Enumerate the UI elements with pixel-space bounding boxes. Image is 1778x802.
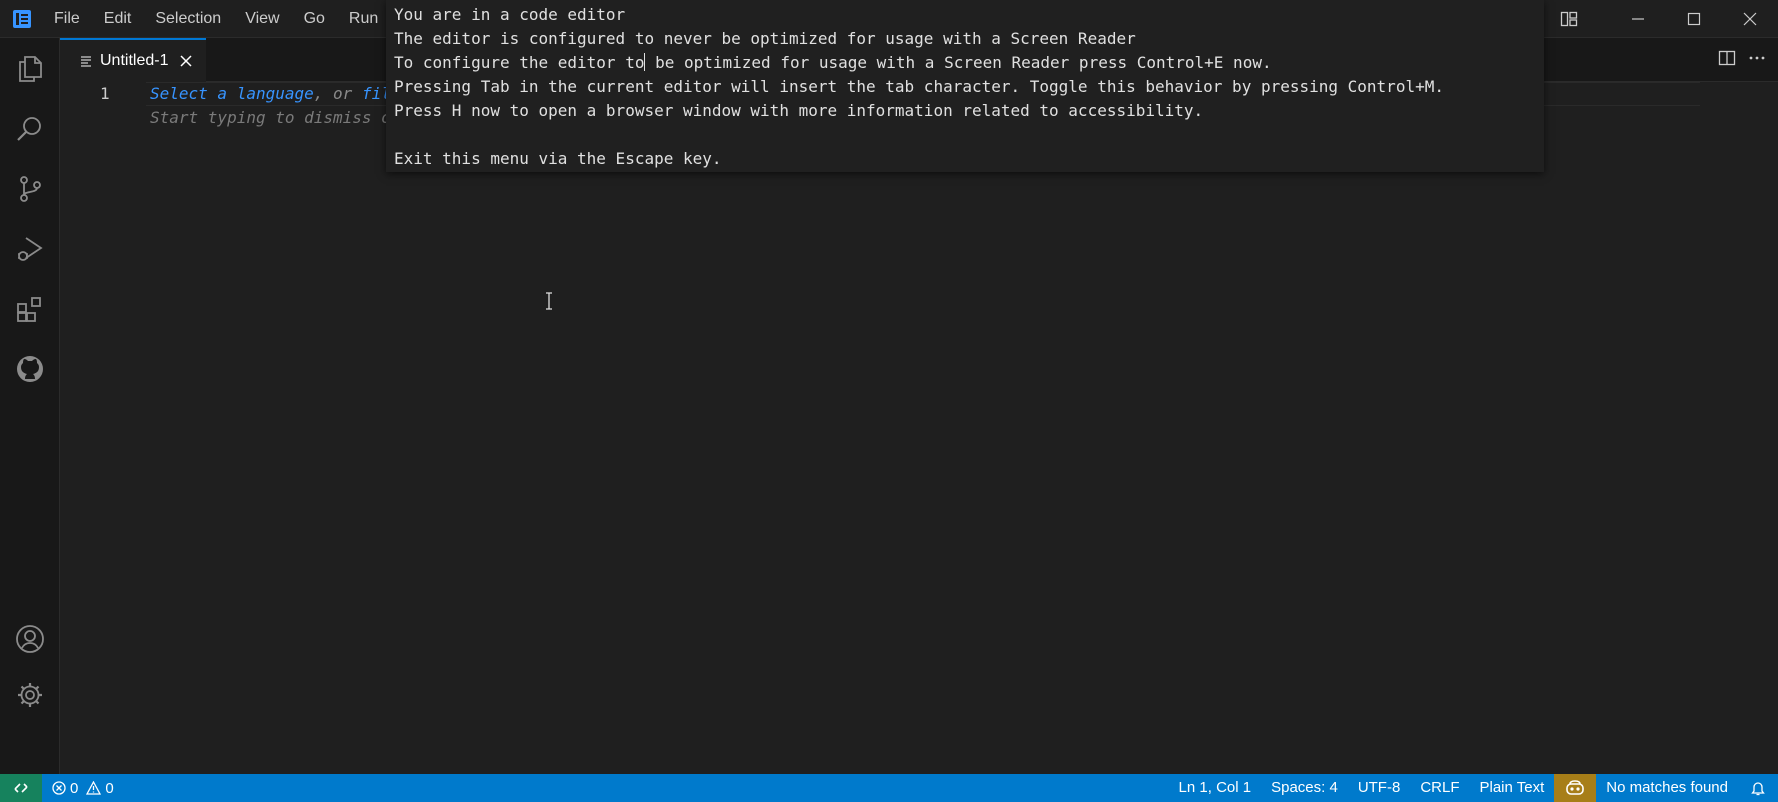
remote-indicator[interactable] <box>0 774 42 802</box>
split-editor-icon <box>1718 50 1736 65</box>
editor-area[interactable]: 1 Select a language, or fil Start typing… <box>60 82 1778 774</box>
dismiss-hint: Start typing to dismiss o <box>150 108 391 127</box>
more-actions-button[interactable] <box>1748 49 1766 72</box>
encoding[interactable]: UTF-8 <box>1348 774 1411 802</box>
github-icon <box>17 356 43 382</box>
layout-icon <box>1560 11 1578 27</box>
search-icon <box>17 117 41 141</box>
menu-selection[interactable]: Selection <box>143 0 233 38</box>
activity-manage[interactable] <box>0 668 60 722</box>
minimize-icon <box>1632 18 1644 20</box>
extensions-icon <box>17 297 41 322</box>
remote-icon <box>14 783 28 793</box>
copilot-icon <box>1566 780 1585 795</box>
select-language-link[interactable]: Select a language <box>150 84 314 103</box>
a11y-line-2: The editor is configured to never be opt… <box>394 29 1136 48</box>
close-icon <box>1743 12 1757 26</box>
end-of-line[interactable]: CRLF <box>1410 774 1469 802</box>
bell-icon <box>1751 782 1765 796</box>
empty-editor-hint: Select a language, or fil <box>150 84 391 103</box>
warning-count: 0 <box>105 779 114 797</box>
a11y-line-4: Pressing Tab in the current editor will … <box>394 77 1444 96</box>
activity-github[interactable] <box>0 342 60 396</box>
accessibility-help-widget[interactable]: You are in a code editor The editor is c… <box>386 0 1544 172</box>
line-number: 1 <box>100 84 110 103</box>
vscode-window: File Edit Selection View Go Run Te <box>0 0 1778 802</box>
error-icon <box>52 781 66 795</box>
problems-indicator[interactable]: 0 0 <box>52 774 114 802</box>
customize-layout-button[interactable] <box>1552 0 1586 38</box>
source-control-icon <box>20 176 41 202</box>
activity-run-debug[interactable] <box>0 222 60 276</box>
activity-search[interactable] <box>0 102 60 156</box>
close-icon <box>180 55 193 67</box>
error-count: 0 <box>70 779 79 797</box>
settings-gear-icon <box>18 683 42 707</box>
tab-untitled-1[interactable]: Untitled-1 <box>60 38 206 82</box>
activity-extensions[interactable] <box>0 282 60 336</box>
a11y-line-3-start: To configure the editor to <box>394 53 645 72</box>
vscode-icon <box>13 10 31 28</box>
text-cursor-icon <box>546 292 552 310</box>
menu-bar: File Edit Selection View Go Run Te <box>42 0 431 38</box>
window-controls <box>1518 0 1778 38</box>
warning-icon <box>86 781 102 795</box>
tab-label: Untitled-1 <box>100 52 169 69</box>
menu-go[interactable]: Go <box>292 0 337 38</box>
maximize-button[interactable] <box>1666 0 1722 38</box>
minimize-button[interactable] <box>1610 0 1666 38</box>
status-bar: 0 0 Ln 1, Col 1 Spaces: 4 UTF-8 CRLF Pla… <box>0 774 1778 802</box>
tab-close-button[interactable] <box>180 55 193 67</box>
search-status[interactable]: No matches found <box>1596 774 1738 802</box>
explorer-icon <box>19 56 42 82</box>
run-debug-icon <box>18 237 43 261</box>
account-icon <box>16 625 44 653</box>
a11y-line-1: You are in a code editor <box>394 5 626 24</box>
a11y-line-6 <box>394 123 1536 147</box>
copilot-status[interactable] <box>1554 774 1597 802</box>
editor-actions <box>1718 38 1766 82</box>
activity-explorer[interactable] <box>0 42 60 96</box>
split-editor-button[interactable] <box>1718 49 1736 72</box>
cursor-position[interactable]: Ln 1, Col 1 <box>1169 774 1262 802</box>
menu-edit[interactable]: Edit <box>92 0 144 38</box>
activity-accounts[interactable] <box>0 612 60 666</box>
activity-bar <box>0 38 60 774</box>
file-lines-icon <box>81 56 91 67</box>
ellipsis-icon <box>1749 56 1765 59</box>
maximize-icon <box>1687 12 1701 26</box>
close-window-button[interactable] <box>1722 0 1778 38</box>
hint-separator: , or <box>313 84 362 103</box>
a11y-line-3: To configure the editor to be optimized … <box>394 51 1536 75</box>
a11y-line-7: Exit this menu via the Escape key. <box>394 149 722 168</box>
activity-source-control[interactable] <box>0 162 60 216</box>
language-mode[interactable]: Plain Text <box>1469 774 1554 802</box>
a11y-line-3-end: be optimized for usage with a Screen Rea… <box>645 53 1272 72</box>
status-bar-right: Ln 1, Col 1 Spaces: 4 UTF-8 CRLF Plain T… <box>1169 774 1778 802</box>
menu-run[interactable]: Run <box>337 0 390 38</box>
a11y-line-5: Press H now to open a browser window wit… <box>394 101 1204 120</box>
indentation[interactable]: Spaces: 4 <box>1261 774 1348 802</box>
menu-file[interactable]: File <box>42 0 92 38</box>
notifications-button[interactable] <box>1738 774 1778 802</box>
menu-view[interactable]: View <box>233 0 291 38</box>
